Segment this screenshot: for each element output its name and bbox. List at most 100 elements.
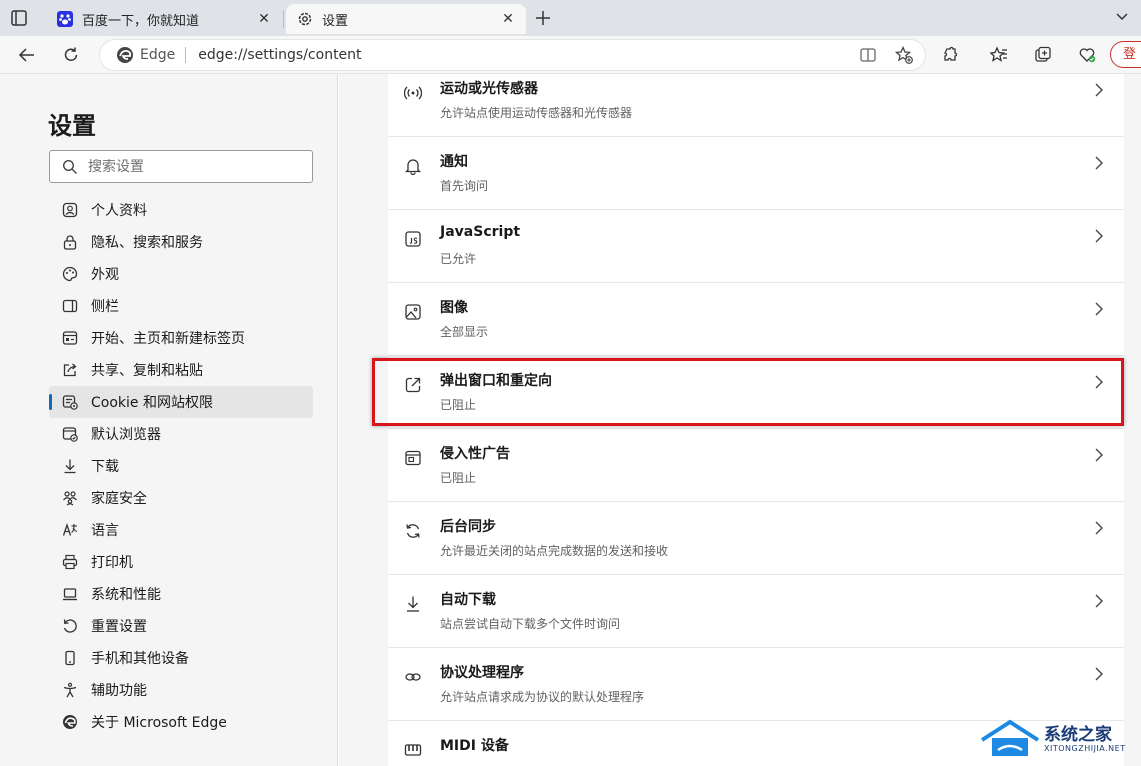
watermark-name: 系统之家 [1044,725,1112,745]
chevron-right-icon [1092,301,1106,316]
chevron-right-icon [1092,374,1106,389]
sidebar-item-label: 系统和性能 [91,587,161,603]
permission-row-intrusive-ads[interactable]: 侵入性广告 已阻止 [388,429,1124,502]
sidebar-item-language[interactable]: 语言 [49,514,313,546]
sync-icon [404,522,422,540]
sidebar-item-system[interactable]: 系统和性能 [49,578,313,610]
permission-title: 自动下载 [440,592,496,608]
close-icon[interactable]: ✕ [254,9,274,29]
sidebar-item-family[interactable]: 家庭安全 [49,482,313,514]
sidebar-item-label: 个人资料 [91,203,147,219]
bell-icon [404,157,422,176]
permission-status: 站点尝试自动下载多个文件时询问 [440,617,621,631]
extensions-button[interactable] [937,42,963,68]
performance-heart-icon[interactable] [1074,42,1100,68]
add-favorite-icon[interactable] [894,45,913,68]
permission-title: 侵入性广告 [440,446,510,462]
sidebar-item-start-home[interactable]: 开始、主页和新建标签页 [49,322,313,354]
permission-row-notifications[interactable]: 通知 首先询问 [388,137,1124,210]
chevron-down-icon[interactable] [1114,8,1130,24]
tab-strip: 百度一下，你就知道 ✕ 设置 ✕ [0,0,1141,36]
url-text[interactable]: edge://settings/content [198,47,361,63]
split-screen-icon[interactable] [859,46,877,68]
sidebar-item-reset[interactable]: 重置设置 [49,610,313,642]
sidebar-item-label: Cookie 和网站权限 [91,395,213,411]
address-divider [185,47,187,63]
permission-row-javascript[interactable]: JavaScript 已允许 [388,210,1124,283]
sidebar-item-cookies[interactable]: Cookie 和网站权限 [49,386,313,418]
permission-row-auto-downloads[interactable]: 自动下载 站点尝试自动下载多个文件时询问 [388,575,1124,648]
sidebar-item-label: 外观 [91,267,119,283]
sidebar-item-label: 语言 [91,523,119,539]
sidebar-item-label: 关于 Microsoft Edge [91,715,227,731]
sidebar-item-label: 手机和其他设备 [91,651,189,667]
sidebar-item-about[interactable]: 关于 Microsoft Edge [49,706,313,738]
sidebar-item-label: 默认浏览器 [91,427,161,443]
new-tab-button[interactable] [532,7,554,29]
search-box[interactable] [49,150,313,183]
permission-status: 允许最近关闭的站点完成数据的发送和接收 [440,544,669,558]
sidebar-item-sidebar[interactable]: 侧栏 [49,290,313,322]
edge-logo-icon [116,46,134,64]
sidebar-item-phone[interactable]: 手机和其他设备 [49,642,313,674]
sidebar-icon [61,297,79,315]
tab-settings[interactable]: 设置 ✕ [286,4,526,34]
printer-icon [61,553,79,571]
signin-button[interactable]: 登 [1110,41,1141,68]
sidebar-item-label: 共享、复制和粘贴 [91,363,203,379]
permission-status: 已阻止 [440,471,477,485]
permission-status: 首先询问 [440,179,489,193]
chevron-right-icon [1092,520,1106,535]
gear-icon [296,10,314,28]
back-button[interactable] [14,42,40,68]
javascript-icon [404,230,422,248]
chevron-right-icon [1092,593,1106,608]
sidebar-item-share[interactable]: 共享、复制和粘贴 [49,354,313,386]
watermark: 系统之家 XITONGZHIJIA.NET [978,716,1138,764]
address-bar[interactable]: Edge edge://settings/content [99,39,926,71]
download-icon [404,595,422,613]
sensor-icon [403,84,423,102]
collections-button[interactable] [1030,42,1056,68]
tab-baidu[interactable]: 百度一下，你就知道 ✕ [46,4,282,34]
cookie-permissions-icon [61,393,79,411]
watermark-house-icon [980,719,1040,756]
close-icon[interactable]: ✕ [498,9,518,29]
favorites-button[interactable] [986,42,1012,68]
chevron-right-icon [1092,228,1106,243]
sidebar-item-label: 下载 [91,459,119,475]
midi-icon [404,741,422,759]
lock-icon [61,233,79,251]
sidebar-item-printers[interactable]: 打印机 [49,546,313,578]
permission-row-protocol-handlers[interactable]: 协议处理程序 允许站点请求成为协议的默认处理程序 [388,648,1124,721]
sidebar-item-label: 隐私、搜索和服务 [91,235,203,251]
permission-row-images[interactable]: 图像 全部显示 [388,283,1124,356]
permission-title: MIDI 设备 [440,738,509,754]
sidebar-item-appearance[interactable]: 外观 [49,258,313,290]
chevron-right-icon [1092,155,1106,170]
permission-row-motion-sensors[interactable]: 运动或光传感器 允许站点使用运动传感器和光传感器 [388,74,1124,137]
sidebar-item-label: 侧栏 [91,299,119,315]
chevron-right-icon [1092,447,1106,462]
sidebar-item-downloads[interactable]: 下载 [49,450,313,482]
sidebar-item-privacy[interactable]: 隐私、搜索和服务 [49,226,313,258]
tab-title: 百度一下，你就知道 [82,13,200,29]
popup-icon [404,376,422,394]
permission-title: JavaScript [440,224,521,240]
permission-row-background-sync[interactable]: 后台同步 允许最近关闭的站点完成数据的发送和接收 [388,502,1124,575]
share-icon [61,361,79,379]
sidebar-item-default-browser[interactable]: 默认浏览器 [49,418,313,450]
permission-row-popups[interactable]: 弹出窗口和重定向 已阻止 [388,356,1124,429]
permission-status: 已阻止 [440,398,477,412]
language-icon [61,521,79,539]
image-icon [404,303,422,321]
search-input[interactable] [88,158,288,175]
permission-title: 后台同步 [440,519,496,535]
sidebar-item-label: 打印机 [91,555,133,571]
sidebar-item-accessibility[interactable]: 辅助功能 [49,674,313,706]
tab-actions-icon[interactable] [9,8,29,28]
sidebar-item-profile[interactable]: 个人资料 [49,194,313,226]
refresh-button[interactable] [58,42,84,68]
edge-logo-icon [61,713,79,731]
home-tabs-icon [61,329,79,347]
